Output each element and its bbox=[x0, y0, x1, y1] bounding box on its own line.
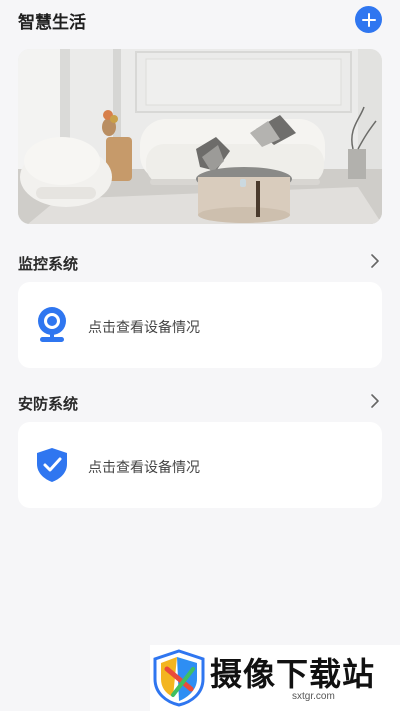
watermark-title: 摄像下载站 bbox=[210, 655, 376, 693]
section-title-monitor: 监控系统 bbox=[18, 255, 79, 273]
page-title: 智慧生活 bbox=[18, 13, 86, 33]
camera-icon bbox=[38, 307, 66, 342]
section-title-security: 安防系统 bbox=[18, 395, 79, 413]
living-room-illustration bbox=[18, 49, 382, 224]
app-header: 智慧生活 bbox=[0, 0, 400, 40]
watermark-url: sxtgr.com bbox=[292, 691, 335, 702]
add-button[interactable] bbox=[355, 6, 382, 33]
watermark-banner: 摄像下载站 sxtgr.com bbox=[150, 645, 400, 711]
security-card-text: 点击查看设备情况 bbox=[88, 460, 200, 476]
shield-check-icon bbox=[37, 448, 67, 482]
site-logo-icon bbox=[153, 649, 205, 707]
plus-icon bbox=[361, 12, 376, 27]
security-card[interactable]: 点击查看设备情况 bbox=[18, 422, 382, 508]
monitor-section-header[interactable]: 监控系统 bbox=[18, 251, 382, 275]
home-banner-image[interactable] bbox=[18, 49, 382, 224]
security-section-header[interactable]: 安防系统 bbox=[18, 391, 382, 415]
monitor-card[interactable]: 点击查看设备情况 bbox=[18, 282, 382, 368]
chevron-right-icon[interactable] bbox=[368, 252, 382, 270]
chevron-right-icon[interactable] bbox=[368, 392, 382, 410]
monitor-card-text: 点击查看设备情况 bbox=[88, 320, 200, 336]
